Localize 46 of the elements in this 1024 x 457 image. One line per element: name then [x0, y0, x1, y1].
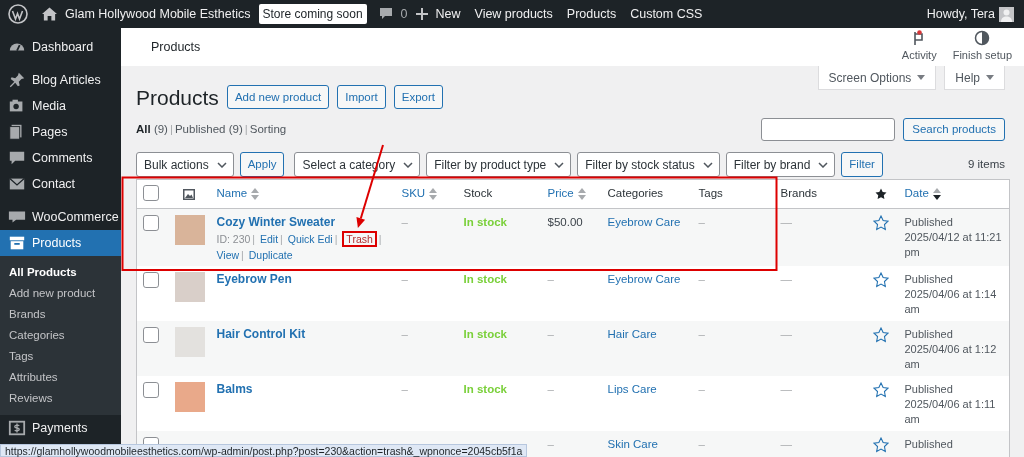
separator-text: |: [252, 233, 256, 245]
date-text: Published 2025/04/06 at 1:11 am: [904, 382, 997, 427]
table-cell: —: [780, 328, 792, 340]
table-cell: –: [401, 273, 408, 285]
page-title: Products: [136, 84, 219, 110]
stock-status: In stock: [463, 328, 507, 340]
table-cell: –: [698, 273, 705, 285]
date-text: Published 2025/04/12 at 11:21 pm: [904, 215, 1003, 260]
table-cell: –: [547, 328, 554, 340]
table-cell: —: [780, 216, 792, 228]
comment-count: 0: [400, 5, 408, 23]
separator-text: |: [169, 121, 173, 137]
table-cell: –: [547, 383, 554, 395]
stock-status: In stock: [463, 383, 507, 395]
column-header: Brands: [780, 187, 817, 200]
table-cell: $50.00: [547, 216, 583, 228]
table-cell: –: [401, 216, 408, 228]
table-cell: –: [547, 273, 554, 285]
table-cell: —: [780, 273, 792, 285]
page-header-title: Products: [151, 38, 201, 56]
store-status-badge: Store coming soon: [258, 4, 367, 24]
separator-text: |: [244, 121, 248, 137]
table-cell: –: [547, 438, 554, 450]
table-cell: –: [401, 383, 408, 395]
status-url-tooltip: https://glamhollywoodmobileesthetics.com/wp-admin/post.php?post=230&action=trash&_wpnonce=2045cb5f1a: [0, 444, 528, 457]
table-cell: –: [698, 216, 705, 228]
items-count: 9 items: [967, 156, 1005, 172]
table-cell: –: [698, 383, 705, 395]
separator-text: |: [334, 233, 338, 245]
separator-text: |: [280, 233, 283, 245]
date-text: Published: [904, 437, 954, 452]
table-cell: —: [780, 438, 792, 450]
separator-text: |: [378, 233, 382, 245]
table-cell: –: [698, 328, 705, 340]
date-text: Published 2025/04/06 at 1:12 am: [904, 327, 998, 372]
stock-status: In stock: [463, 216, 507, 228]
separator-text: |: [241, 249, 244, 261]
column-header: Categories: [607, 187, 664, 200]
table-cell: –: [401, 328, 408, 340]
column-header: Stock: [463, 187, 493, 200]
column-header: Tags: [698, 187, 723, 200]
table-cell: –: [698, 438, 705, 450]
product-id-text: ID: 230: [216, 233, 251, 245]
stock-status: In stock: [463, 273, 507, 285]
table-cell: —: [780, 383, 792, 395]
date-text: Published 2025/04/06 at 1:14 am: [904, 272, 998, 317]
